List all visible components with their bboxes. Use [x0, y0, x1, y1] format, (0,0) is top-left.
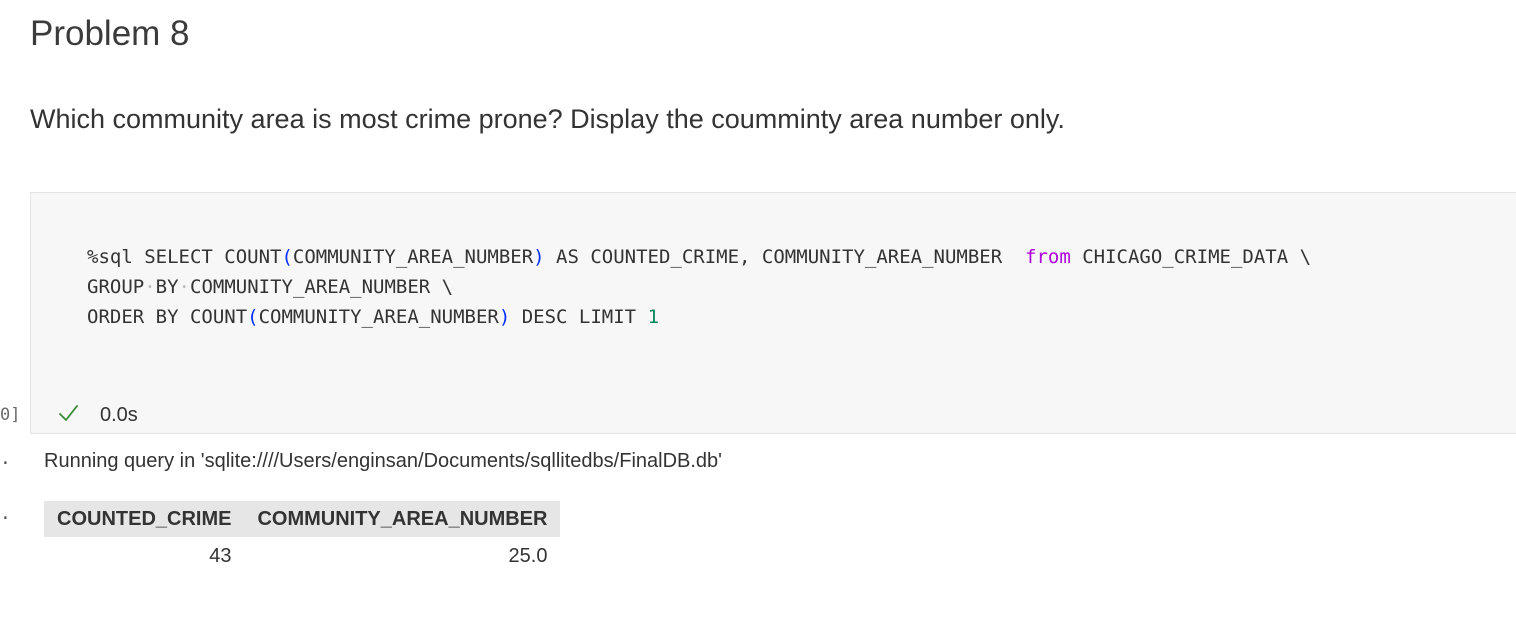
- code-line-3: ORDER BY COUNT(COMMUNITY_AREA_NUMBER) DE…: [87, 306, 659, 328]
- result-table: COUNTED_CRIME COMMUNITY_AREA_NUMBER 43 2…: [44, 501, 561, 575]
- check-icon: [59, 405, 78, 421]
- output-marker: .: [0, 448, 11, 469]
- problem-question: Which community area is most crime prone…: [30, 104, 1065, 134]
- code-token: GROUP: [87, 276, 145, 298]
- code-paren: ): [498, 306, 511, 328]
- code-token: BY: [155, 276, 179, 298]
- code-token: COMMUNITY_AREA_NUMBER \: [190, 276, 454, 298]
- code-token: %sql SELECT COUNT: [87, 246, 282, 268]
- code-paren: (: [247, 306, 259, 328]
- column-header-counted-crime: COUNTED_CRIME: [44, 501, 245, 537]
- code-cell[interactable]: %sql SELECT COUNT(COMMUNITY_AREA_NUMBER)…: [30, 192, 1516, 434]
- code-token: DESC LIMIT: [510, 306, 648, 328]
- whitespace-dot: ·: [144, 276, 156, 298]
- table-row: 43 25.0: [44, 537, 560, 575]
- column-header-community-area-number: COMMUNITY_AREA_NUMBER: [244, 501, 561, 537]
- problem-heading: Problem 8: [30, 14, 190, 53]
- running-query-text: Running query in 'sqlite:////Users/engin…: [44, 450, 722, 472]
- execution-count: 0]: [0, 405, 21, 425]
- execution-time: 0.0s: [100, 404, 138, 426]
- code-token: COMMUNITY_AREA_NUMBER: [258, 306, 499, 328]
- table-cell: 43: [209, 544, 232, 567]
- code-line-1: %sql SELECT COUNT(COMMUNITY_AREA_NUMBER)…: [87, 246, 1311, 268]
- code-number: 1: [647, 306, 660, 328]
- code-token: COMMUNITY_AREA_NUMBER: [292, 246, 534, 268]
- code-token: ORDER BY COUNT: [87, 306, 248, 328]
- table-cell: 25.0: [508, 544, 548, 567]
- table-header-row: COUNTED_CRIME COMMUNITY_AREA_NUMBER: [44, 501, 561, 537]
- code-token: CHICAGO_CRIME_DATA \: [1070, 246, 1312, 268]
- code-paren: ): [533, 246, 545, 268]
- code-editor[interactable]: %sql SELECT COUNT(COMMUNITY_AREA_NUMBER)…: [87, 242, 1311, 332]
- code-keyword: from: [1025, 246, 1071, 268]
- whitespace-dot: ·: [178, 276, 190, 298]
- output-marker: .: [0, 503, 11, 524]
- code-line-2: GROUP·BY·COMMUNITY_AREA_NUMBER \: [87, 276, 453, 298]
- code-token: AS COUNTED_CRIME, COMMUNITY_AREA_NUMBER: [544, 246, 1026, 268]
- code-paren: (: [281, 246, 293, 268]
